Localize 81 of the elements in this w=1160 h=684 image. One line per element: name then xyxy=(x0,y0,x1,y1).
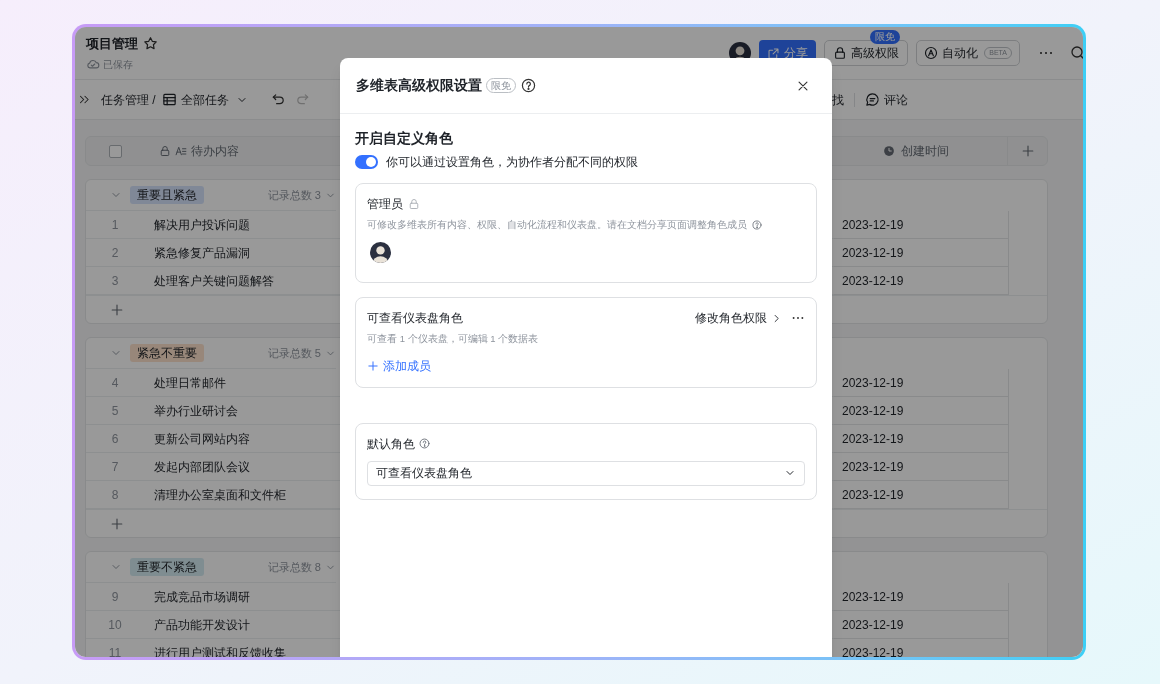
section-title: 开启自定义角色 xyxy=(355,129,454,148)
table-cell: 2023-12-19 xyxy=(834,369,1009,397)
table-cell: 2023-12-19 xyxy=(834,397,1009,425)
toggle-label: 你可以通过设置角色，为协作者分配不同的权限 xyxy=(386,154,638,171)
record-count: 记录总数 8 xyxy=(267,559,321,575)
table-cell: 2023-12-19 xyxy=(834,583,1009,611)
table-cell: 2023-12-19 xyxy=(834,239,1009,267)
default-role-select[interactable]: 可查看仪表盘角色 xyxy=(367,460,805,486)
save-status: 已保存 xyxy=(103,57,133,72)
table-cell-text: 发起内部团队会议 xyxy=(154,458,250,476)
text-field-icon xyxy=(175,145,187,157)
free-badge: 限免 xyxy=(870,30,901,44)
group-tag: 紧急不重要 xyxy=(130,344,204,362)
table-cell-text: 紧急修复产品漏洞 xyxy=(154,244,250,262)
lock-icon xyxy=(408,198,420,210)
row-number: 10 xyxy=(107,616,123,634)
add-member-button[interactable]: 添加成员 xyxy=(367,356,431,375)
role-name: 可查看仪表盘角色 xyxy=(367,310,463,328)
row-number: 9 xyxy=(110,588,120,606)
comment-icon xyxy=(864,92,880,107)
add-column-icon[interactable] xyxy=(1020,144,1035,158)
default-role-label: 默认角色 xyxy=(367,435,415,453)
table-cell: 2023-12-19 xyxy=(834,481,1009,509)
table-cell-text: 举办行业研讨会 xyxy=(154,402,238,420)
table-cell-text: 完成竞品市场调研 xyxy=(154,588,250,606)
table-icon xyxy=(161,92,177,107)
table-cell: 2023-12-19 xyxy=(834,267,1009,295)
add-row-icon[interactable] xyxy=(110,302,124,317)
role-name: 管理员 xyxy=(367,196,403,213)
row-number: 6 xyxy=(110,430,120,448)
help-icon[interactable] xyxy=(521,78,536,93)
table-cell-text: 清理办公室桌面和文件柜 xyxy=(154,486,286,504)
table-cell: 2023-12-19 xyxy=(834,425,1009,453)
group-tag: 重要不紧急 xyxy=(130,558,204,576)
column-header[interactable]: 待办内容 xyxy=(191,142,239,160)
group-tag: 重要且紧急 xyxy=(130,186,204,204)
record-count: 记录总数 3 xyxy=(267,187,321,203)
row-number: 4 xyxy=(110,374,120,392)
table-cell-text: 产品功能开发设计 xyxy=(154,616,250,634)
table-cell: 2023-12-19 xyxy=(834,211,1009,239)
table-cell-text: 处理客户关键问题解答 xyxy=(154,272,274,290)
table-cell-text: 更新公司网站内容 xyxy=(154,430,250,448)
undo-icon[interactable] xyxy=(270,92,286,107)
row-number: 2 xyxy=(110,244,120,262)
view-selector[interactable]: 全部任务 xyxy=(161,90,248,109)
table-cell-text: 处理日常邮件 xyxy=(154,374,226,392)
clock-icon xyxy=(883,145,895,157)
document-title: 项目管理 xyxy=(86,35,138,53)
row-number: 7 xyxy=(110,458,120,476)
row-number: 3 xyxy=(110,272,120,290)
edit-permissions-link[interactable]: 修改角色权限 xyxy=(695,309,782,328)
record-count: 记录总数 5 xyxy=(267,345,321,361)
row-number: 11 xyxy=(107,644,123,657)
row-number: 5 xyxy=(110,402,120,420)
table-cell-text: 解决用户投诉问题 xyxy=(154,216,250,234)
chevron-icon xyxy=(771,312,782,324)
find-button[interactable]: 找 xyxy=(831,90,844,109)
lock-icon xyxy=(833,46,848,60)
row-number: 1 xyxy=(110,216,120,234)
role-toggle[interactable] xyxy=(355,155,378,169)
table-cell: 2023-12-19 xyxy=(834,453,1009,481)
breadcrumb-link[interactable]: 任务管理 / xyxy=(101,90,156,109)
redo-icon[interactable] xyxy=(294,92,310,107)
select-all-checkbox[interactable] xyxy=(109,144,122,158)
dialog-title: 多维表高级权限设置 xyxy=(356,76,482,95)
row-number: 8 xyxy=(110,486,120,504)
star-icon[interactable] xyxy=(143,36,158,52)
lock-icon xyxy=(159,145,171,157)
add-row-icon[interactable] xyxy=(110,516,124,531)
role-description: 可修改多维表所有内容、权限、自动化流程和仪表盘。请在文档分享页面调整角色成员 xyxy=(367,218,747,232)
comment-button[interactable]: 评论 xyxy=(864,90,908,109)
cloud-check-icon xyxy=(86,57,100,71)
automation-icon xyxy=(924,46,939,60)
avatar xyxy=(370,242,391,264)
role-description: 可查看 1 个仪表盘，可编辑 1 个数据表 xyxy=(367,332,539,347)
column-header[interactable]: 创建时间 xyxy=(901,142,949,160)
plus-icon xyxy=(367,359,379,372)
expand-icon[interactable] xyxy=(78,93,91,106)
table-cell: 2023-12-19 xyxy=(834,639,1009,657)
search-icon[interactable] xyxy=(1070,45,1083,61)
table-cell: 2023-12-19 xyxy=(834,611,1009,639)
